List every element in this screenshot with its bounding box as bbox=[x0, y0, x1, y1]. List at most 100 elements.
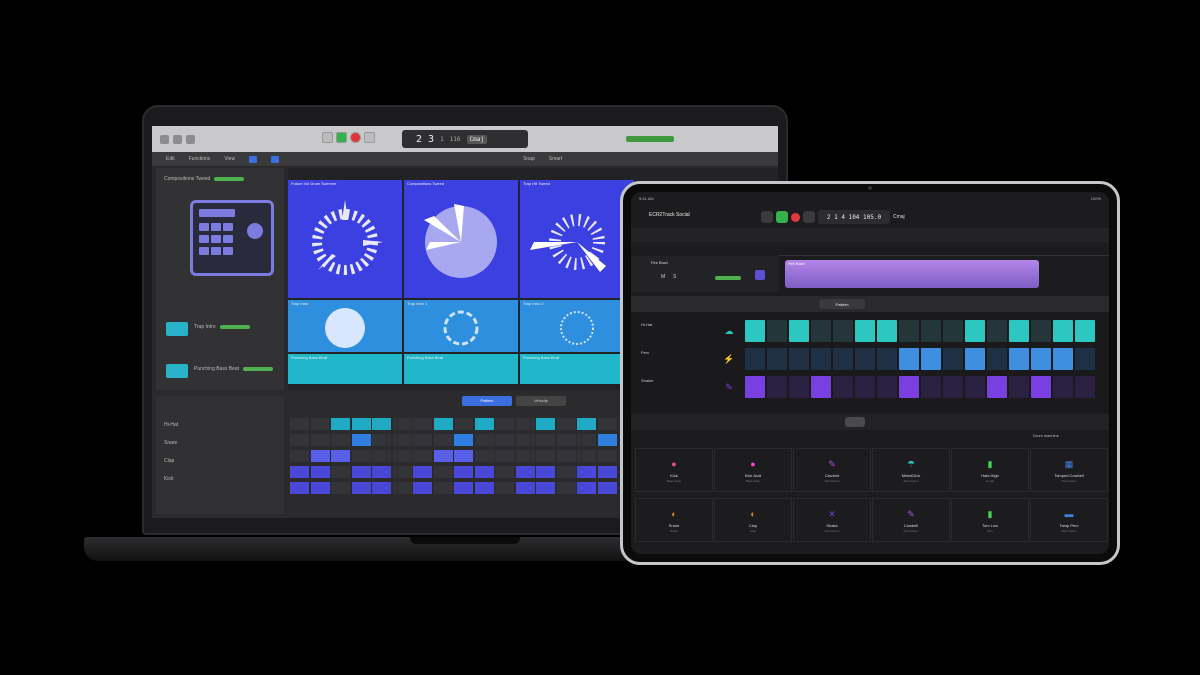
step-cell[interactable] bbox=[811, 348, 831, 370]
stop-button[interactable] bbox=[761, 211, 773, 223]
step-cell[interactable] bbox=[1053, 376, 1073, 398]
step-cell[interactable] bbox=[767, 348, 787, 370]
live-loop-cell[interactable]: Punching Bass Beat bbox=[288, 354, 402, 384]
edit-menu[interactable]: Edit bbox=[166, 156, 175, 162]
step-cell[interactable] bbox=[767, 376, 787, 398]
step-cell[interactable] bbox=[833, 348, 853, 370]
step-cell[interactable] bbox=[495, 418, 514, 430]
step-cell[interactable] bbox=[474, 466, 494, 478]
smart-menu[interactable]: Smart bbox=[549, 156, 562, 162]
step-cell[interactable] bbox=[987, 348, 1007, 370]
live-loop-cell[interactable]: Trap Intro bbox=[288, 300, 402, 352]
step-cell[interactable] bbox=[811, 320, 831, 342]
step-cell[interactable] bbox=[351, 418, 371, 430]
step-cell[interactable] bbox=[943, 376, 963, 398]
step-cell[interactable] bbox=[433, 450, 453, 462]
step-cell[interactable] bbox=[943, 320, 963, 342]
step-cell[interactable] bbox=[877, 376, 897, 398]
step-cell[interactable] bbox=[577, 418, 596, 430]
step-cell[interactable] bbox=[1009, 376, 1029, 398]
step-cell[interactable] bbox=[877, 348, 897, 370]
step-cell[interactable] bbox=[577, 466, 596, 478]
record-button[interactable] bbox=[791, 212, 800, 222]
step-cell[interactable] bbox=[515, 418, 535, 430]
library-item[interactable]: ▮ Tom Low Tom bbox=[951, 498, 1029, 542]
library-item[interactable]: ● Kick Bass drum bbox=[635, 448, 713, 492]
step-cell[interactable] bbox=[921, 348, 941, 370]
step-cell[interactable] bbox=[454, 418, 473, 430]
library-item[interactable]: ◐ Snare Snare bbox=[635, 498, 713, 542]
step-cell[interactable] bbox=[474, 434, 494, 446]
step-cell[interactable] bbox=[310, 434, 330, 446]
library-item[interactable]: ▮ Hats High Hi-hat bbox=[951, 448, 1029, 492]
step-cell[interactable] bbox=[372, 466, 391, 478]
step-cell[interactable] bbox=[597, 434, 617, 446]
mixer-button[interactable] bbox=[186, 134, 195, 144]
cycle-button[interactable] bbox=[364, 132, 375, 143]
step-cell[interactable] bbox=[392, 450, 412, 462]
audio-region[interactable]: Fire Bowl bbox=[785, 260, 1039, 288]
step-cell[interactable] bbox=[1009, 320, 1029, 342]
library-item[interactable]: ● Kick Acid Bass drum bbox=[714, 448, 792, 492]
step-cell[interactable] bbox=[290, 418, 309, 430]
lcd-display[interactable]: 2 3 1 116 Cmaj bbox=[402, 130, 528, 148]
live-loop-cell[interactable]: Trap Intro 2 bbox=[520, 300, 634, 352]
step-cell[interactable] bbox=[331, 450, 350, 462]
step-cell[interactable] bbox=[536, 466, 555, 478]
step-cell[interactable] bbox=[372, 482, 391, 494]
step-cell[interactable] bbox=[855, 376, 875, 398]
step-cell[interactable] bbox=[597, 466, 617, 478]
play-button[interactable] bbox=[336, 132, 347, 143]
step-cell[interactable] bbox=[413, 434, 432, 446]
step-cell[interactable] bbox=[899, 376, 919, 398]
volume-fader[interactable] bbox=[219, 325, 250, 329]
step-cell[interactable] bbox=[454, 450, 473, 462]
step-cell[interactable] bbox=[392, 418, 412, 430]
step-cell[interactable] bbox=[1031, 320, 1051, 342]
step-cell[interactable] bbox=[413, 466, 432, 478]
inspector-button[interactable] bbox=[173, 134, 182, 144]
live-loop-cell[interactable]: Punching Bass Beat bbox=[520, 354, 634, 384]
step-cell[interactable] bbox=[536, 450, 555, 462]
step-cell[interactable] bbox=[413, 450, 432, 462]
step-cell[interactable] bbox=[515, 450, 535, 462]
step-cell[interactable] bbox=[1075, 376, 1095, 398]
step-cell[interactable] bbox=[392, 482, 412, 494]
step-cell[interactable] bbox=[921, 376, 941, 398]
step-cell[interactable] bbox=[811, 376, 831, 398]
volume-fader[interactable] bbox=[715, 276, 741, 280]
library-item[interactable]: ☂ MetalClick Percussion bbox=[872, 448, 950, 492]
step-cell[interactable] bbox=[454, 466, 473, 478]
functions-menu[interactable]: Functions bbox=[189, 156, 211, 162]
step-cell[interactable] bbox=[310, 450, 330, 462]
library-item[interactable]: ▬ Tamp Perc Percussion bbox=[1030, 498, 1108, 542]
step-cell[interactable] bbox=[372, 418, 391, 430]
step-cell[interactable] bbox=[597, 418, 617, 430]
step-cell[interactable] bbox=[1075, 348, 1095, 370]
step-cell[interactable] bbox=[987, 320, 1007, 342]
rewind-button[interactable] bbox=[322, 132, 333, 143]
browser-tab[interactable] bbox=[845, 417, 865, 427]
step-cell[interactable] bbox=[413, 482, 432, 494]
step-cell[interactable] bbox=[556, 418, 576, 430]
step-cell[interactable] bbox=[745, 320, 765, 342]
view-menu[interactable]: View bbox=[224, 156, 235, 162]
tab-pattern[interactable]: Pattern bbox=[819, 299, 865, 309]
library-item[interactable]: ✕ Shake Percussion bbox=[793, 498, 871, 542]
step-cell[interactable] bbox=[392, 466, 412, 478]
step-cell[interactable] bbox=[556, 434, 576, 446]
step-cell[interactable] bbox=[290, 450, 309, 462]
step-cell[interactable] bbox=[1053, 348, 1073, 370]
step-cell[interactable] bbox=[290, 466, 309, 478]
step-cell[interactable] bbox=[351, 450, 371, 462]
volume-fader[interactable] bbox=[214, 177, 245, 181]
step-cell[interactable] bbox=[789, 376, 809, 398]
step-cell[interactable] bbox=[1075, 320, 1095, 342]
step-cell[interactable] bbox=[454, 482, 473, 494]
live-loop-cell[interactable]: Future Vol Drum Summer bbox=[288, 180, 402, 298]
step-cell[interactable] bbox=[372, 434, 391, 446]
step-cell[interactable] bbox=[290, 434, 309, 446]
ipad-lcd[interactable]: 2 1 4 104 105.0 bbox=[818, 210, 890, 224]
step-cell[interactable] bbox=[987, 376, 1007, 398]
step-cell[interactable] bbox=[833, 320, 853, 342]
